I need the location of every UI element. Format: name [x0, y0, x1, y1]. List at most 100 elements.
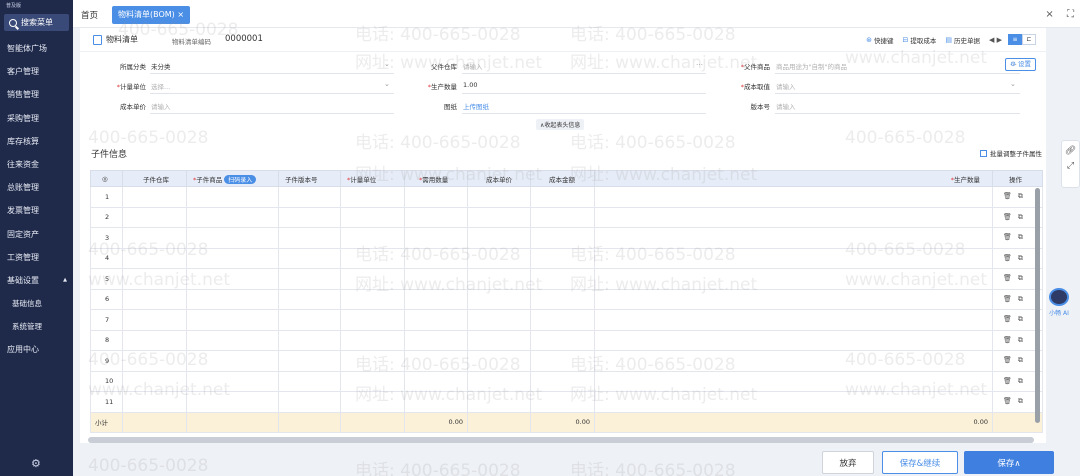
sidebar-item-sales[interactable]: 销售管理: [0, 83, 73, 106]
chevron-down-icon[interactable]: ⌄: [1010, 80, 1016, 88]
grid-cell[interactable]: [340, 309, 405, 331]
grid-cell[interactable]: [467, 227, 531, 249]
grid-cell[interactable]: [404, 288, 468, 310]
delete-icon[interactable]: 🗑︎: [1003, 233, 1018, 241]
grid-cell[interactable]: [594, 391, 993, 413]
grid-cell[interactable]: [467, 309, 531, 331]
chevron-down-icon[interactable]: ⌄: [384, 80, 390, 88]
grid-cell[interactable]: [122, 370, 187, 392]
grid-cell[interactable]: [122, 391, 187, 413]
delete-icon[interactable]: 🗑︎: [1003, 213, 1018, 221]
grid-cell[interactable]: [122, 186, 187, 208]
grid-cell[interactable]: [122, 288, 187, 310]
sidebar-item-funds[interactable]: 往来资金: [0, 153, 73, 176]
delete-icon[interactable]: 🗑︎: [1003, 254, 1018, 262]
copy-icon[interactable]: ⧉: [1018, 213, 1029, 221]
grid-cell[interactable]: [404, 309, 468, 331]
grid-cell[interactable]: [594, 288, 993, 310]
expand-icon[interactable]: ⤢: [1062, 161, 1079, 171]
tab-home[interactable]: 首页: [81, 9, 98, 21]
grid-cell[interactable]: [467, 247, 531, 269]
grid-cell[interactable]: [594, 350, 993, 372]
grid-cell[interactable]: [594, 370, 993, 392]
grid-cell[interactable]: [404, 391, 468, 413]
close-window-icon[interactable]: ×: [1045, 9, 1053, 20]
grid-cell[interactable]: [186, 288, 279, 310]
sidebar-item-system[interactable]: 系统管理: [0, 315, 73, 338]
view-list-icon[interactable]: ≡: [1008, 34, 1022, 45]
grid-cell[interactable]: [404, 268, 468, 290]
grid-cell[interactable]: [404, 186, 468, 208]
unit-cost-input[interactable]: 请输入: [151, 101, 171, 111]
copy-icon[interactable]: ⧉: [1018, 356, 1029, 364]
copy-icon[interactable]: ⧉: [1018, 192, 1029, 200]
grid-cell[interactable]: [340, 206, 405, 228]
search-menu-button[interactable]: 搜索菜单: [4, 14, 69, 31]
grid-cell[interactable]: [467, 268, 531, 290]
delete-icon[interactable]: 🗑︎: [1003, 315, 1018, 323]
grid-cell[interactable]: [404, 206, 468, 228]
grid-cell[interactable]: [467, 329, 531, 351]
grid-cell[interactable]: [122, 268, 187, 290]
copy-icon[interactable]: ⧉: [1018, 315, 1029, 323]
vertical-scrollbar[interactable]: [1035, 188, 1040, 423]
grid-cell[interactable]: [340, 288, 405, 310]
copy-icon[interactable]: ⧉: [1018, 233, 1029, 241]
class-value[interactable]: 未分类: [151, 61, 171, 71]
grid-cell[interactable]: [467, 370, 531, 392]
grid-cell[interactable]: [340, 391, 405, 413]
grid-cell[interactable]: [278, 288, 341, 310]
grid-cell[interactable]: [186, 186, 279, 208]
delete-icon[interactable]: 🗑︎: [1003, 295, 1018, 303]
grid-cell[interactable]: [186, 391, 279, 413]
grid-cell[interactable]: [122, 247, 187, 269]
grid-cell[interactable]: [340, 370, 405, 392]
sidebar-item-invoice[interactable]: 发票管理: [0, 199, 73, 222]
grid-cell[interactable]: [186, 309, 279, 331]
doc-code[interactable]: 0000001: [225, 34, 263, 44]
horizontal-scrollbar[interactable]: [88, 437, 1034, 443]
settings-button[interactable]: ⚙ 设置: [1005, 58, 1036, 71]
upload-drawing-link[interactable]: 上传图纸: [463, 101, 489, 111]
grid-cell[interactable]: [186, 247, 279, 269]
grid-cell[interactable]: [530, 186, 595, 208]
history-button[interactable]: ▤ 历史单据: [945, 35, 980, 45]
grid-cell[interactable]: [278, 391, 341, 413]
sidebar-item-basic-settings[interactable]: 基础设置 ▲: [0, 269, 73, 292]
sidebar-item-payroll[interactable]: 工资管理: [0, 246, 73, 269]
grid-cell[interactable]: [530, 206, 595, 228]
prev-next-arrows[interactable]: ◀ ▶: [989, 36, 1002, 44]
grid-cell[interactable]: [186, 329, 279, 351]
delete-icon[interactable]: 🗑︎: [1003, 336, 1018, 344]
grid-cell[interactable]: [594, 309, 993, 331]
grid-cell[interactable]: [340, 329, 405, 351]
grid-cell[interactable]: [186, 227, 279, 249]
copy-icon[interactable]: ⧉: [1018, 274, 1029, 282]
grid-cell[interactable]: [467, 288, 531, 310]
unit-select[interactable]: 选择...: [151, 81, 170, 91]
grid-cell[interactable]: [278, 186, 341, 208]
grid-cell[interactable]: [278, 206, 341, 228]
maximize-icon[interactable]: ⛶: [1067, 9, 1074, 20]
batch-adjust-toggle[interactable]: 批量调整子件属性: [980, 148, 1042, 158]
copy-icon[interactable]: ⧉: [1018, 397, 1029, 405]
grid-cell[interactable]: [594, 247, 993, 269]
grid-cell[interactable]: [530, 329, 595, 351]
save-continue-button[interactable]: 保存&继续: [882, 451, 958, 474]
grid-cell[interactable]: [122, 206, 187, 228]
grid-cell[interactable]: [340, 247, 405, 269]
grid-cell[interactable]: [530, 309, 595, 331]
grid-cell[interactable]: [340, 350, 405, 372]
grid-cell[interactable]: [594, 268, 993, 290]
grid-cell[interactable]: [467, 350, 531, 372]
grid-cell[interactable]: [122, 227, 187, 249]
ai-assistant[interactable]: 小畅 AI: [1044, 288, 1074, 320]
grid-cell[interactable]: [122, 329, 187, 351]
grid-cell[interactable]: [594, 329, 993, 351]
view-switch[interactable]: ≡ ⊏: [1008, 34, 1036, 45]
scan-button[interactable]: 扫码录入: [224, 174, 257, 184]
grid-cell[interactable]: [530, 370, 595, 392]
copy-icon[interactable]: ⧉: [1018, 336, 1029, 344]
grid-cell[interactable]: [186, 350, 279, 372]
grid-cell[interactable]: [186, 370, 279, 392]
